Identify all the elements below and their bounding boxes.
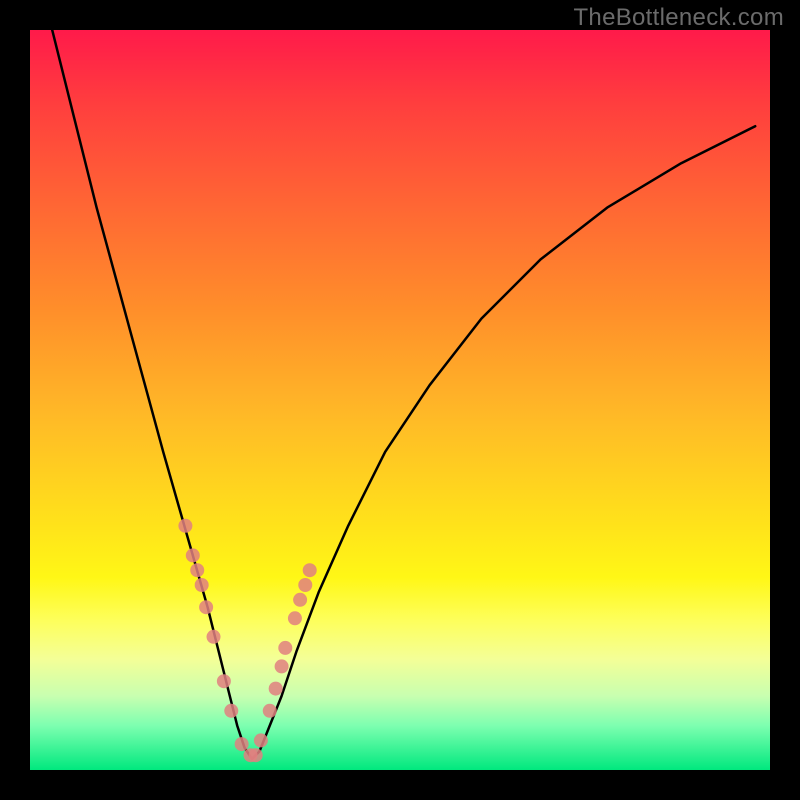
data-marker — [207, 630, 221, 644]
data-marker — [217, 674, 231, 688]
data-marker — [190, 563, 204, 577]
chart-frame: TheBottleneck.com — [0, 0, 800, 800]
data-marker — [178, 519, 192, 533]
data-marker — [186, 548, 200, 562]
data-marker — [303, 563, 317, 577]
data-marker — [298, 578, 312, 592]
bottleneck-curve — [52, 30, 755, 759]
chart-svg — [30, 30, 770, 770]
data-marker — [269, 682, 283, 696]
data-marker — [224, 704, 238, 718]
watermark-text: TheBottleneck.com — [573, 4, 784, 32]
data-marker — [195, 578, 209, 592]
data-marker — [288, 611, 302, 625]
data-marker — [199, 600, 213, 614]
data-marker — [278, 641, 292, 655]
data-marker — [235, 737, 249, 751]
data-marker — [254, 733, 268, 747]
data-marker — [293, 593, 307, 607]
plot-area — [30, 30, 770, 770]
data-marker — [263, 704, 277, 718]
data-marker — [249, 748, 263, 762]
data-marker — [275, 659, 289, 673]
